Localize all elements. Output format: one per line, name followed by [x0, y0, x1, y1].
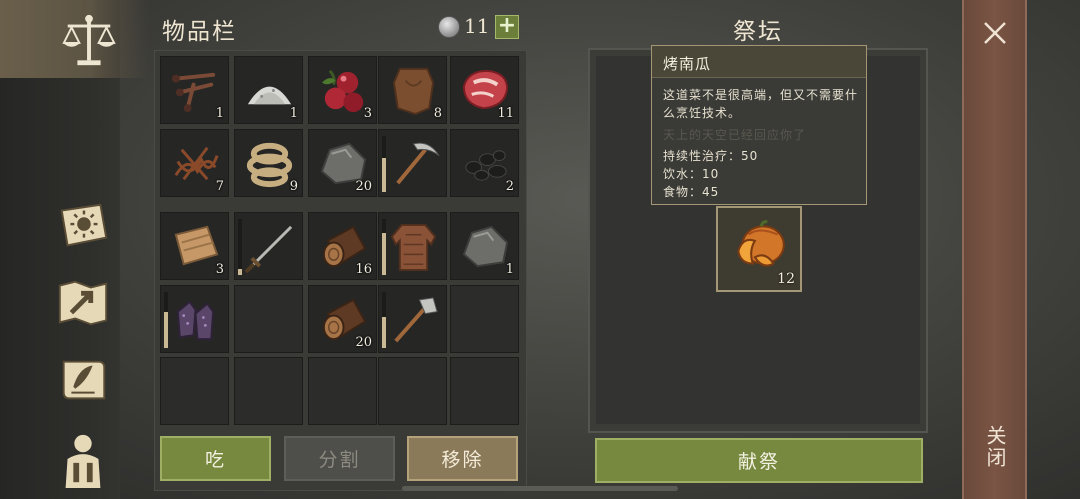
split-button[interactable]: 分割: [284, 436, 395, 481]
inventory-slot[interactable]: 20: [308, 129, 377, 197]
tooltip-faded-text: 天上的天空已经回应你了: [663, 128, 807, 142]
inventory-slot[interactable]: [378, 212, 447, 280]
durability-bar: [238, 219, 242, 275]
inventory-slot[interactable]: 9: [234, 129, 303, 197]
item-count: 1: [505, 262, 514, 277]
item-count: 11: [497, 106, 514, 121]
item-tooltip: 烤南瓜 这道菜不是很高端，但又不需要什么烹饪技术。 天上的天空已经回应你了 持续…: [651, 45, 867, 205]
close-label[interactable]: 关闭: [980, 425, 1010, 469]
item-count: 7: [215, 179, 224, 194]
coin-icon: [438, 16, 460, 38]
inventory-slot-empty[interactable]: [234, 357, 303, 425]
item-count: 8: [433, 106, 442, 121]
inventory-slot[interactable]: 1: [234, 56, 303, 124]
roasted-pumpkin-icon: [737, 220, 785, 267]
inventory-slot[interactable]: 8: [378, 56, 447, 124]
inventory-title: 物品栏: [162, 19, 237, 45]
remove-button[interactable]: 移除: [407, 436, 518, 481]
gloves-icon: [176, 300, 215, 341]
leather-armor-icon: [390, 223, 437, 272]
inventory-slot[interactable]: [378, 129, 447, 197]
sun-book-icon[interactable]: [52, 195, 114, 257]
inventory-slot[interactable]: [160, 285, 229, 353]
scroll-indicator: [402, 486, 678, 491]
inventory-slot-empty[interactable]: [160, 357, 229, 425]
balance-scale-icon[interactable]: [58, 10, 120, 72]
inventory-slot[interactable]: 11: [450, 56, 519, 124]
quest-scroll-icon[interactable]: [52, 350, 114, 412]
item-count: 1: [215, 106, 224, 121]
inventory-slot[interactable]: 20: [308, 285, 377, 353]
durability-bar: [164, 292, 168, 348]
inventory-slot[interactable]: [450, 285, 519, 353]
inventory-slot[interactable]: [378, 285, 447, 353]
eat-button[interactable]: 吃: [160, 436, 271, 481]
item-count: 1: [289, 106, 298, 121]
hatchet-icon: [394, 297, 438, 343]
inventory-slot[interactable]: [234, 285, 303, 353]
altar-item-slot[interactable]: 12: [716, 206, 802, 292]
altar-item-count: 12: [777, 271, 795, 287]
durability-bar: [382, 219, 386, 275]
inventory-slot[interactable]: 2: [450, 129, 519, 197]
durability-bar: [382, 136, 386, 192]
inventory-slot[interactable]: 3: [160, 212, 229, 280]
inventory-slot[interactable]: 16: [308, 212, 377, 280]
tooltip-description: 这道菜不是很高端，但又不需要什么烹饪技术。: [663, 88, 859, 120]
inventory-slot-empty[interactable]: [450, 357, 519, 425]
item-count: 3: [363, 106, 372, 121]
altar-title: 祭坛: [733, 19, 783, 45]
tooltip-title: 烤南瓜: [652, 46, 866, 78]
tooltip-stat-water: 饮水：10: [663, 167, 720, 181]
character-icon[interactable]: [52, 428, 114, 490]
inventory-slot-empty[interactable]: [378, 357, 447, 425]
inventory-slot-empty[interactable]: [308, 357, 377, 425]
inventory-slot[interactable]: 7: [160, 129, 229, 197]
item-count: 3: [215, 262, 224, 277]
item-count: 9: [289, 179, 298, 194]
offer-button[interactable]: 献祭: [595, 438, 923, 483]
item-count: 16: [355, 262, 372, 277]
item-count: 20: [355, 335, 372, 350]
inventory-slot[interactable]: [234, 212, 303, 280]
sword-icon: [244, 225, 293, 274]
item-count: 2: [505, 179, 514, 194]
close-icon[interactable]: [980, 18, 1010, 48]
tooltip-stat-food: 食物：45: [663, 185, 720, 199]
coin-count: 11: [464, 14, 490, 38]
add-coins-button[interactable]: +: [495, 15, 519, 39]
tooltip-stat-healing: 持续性治疗：50: [663, 149, 759, 163]
inventory-slot[interactable]: 3: [308, 56, 377, 124]
item-count: 20: [355, 179, 372, 194]
durability-bar: [382, 292, 386, 348]
inventory-slot[interactable]: 1: [160, 56, 229, 124]
pickaxe-icon: [396, 142, 440, 185]
map-icon[interactable]: [52, 272, 114, 334]
inventory-slot[interactable]: 1: [450, 212, 519, 280]
